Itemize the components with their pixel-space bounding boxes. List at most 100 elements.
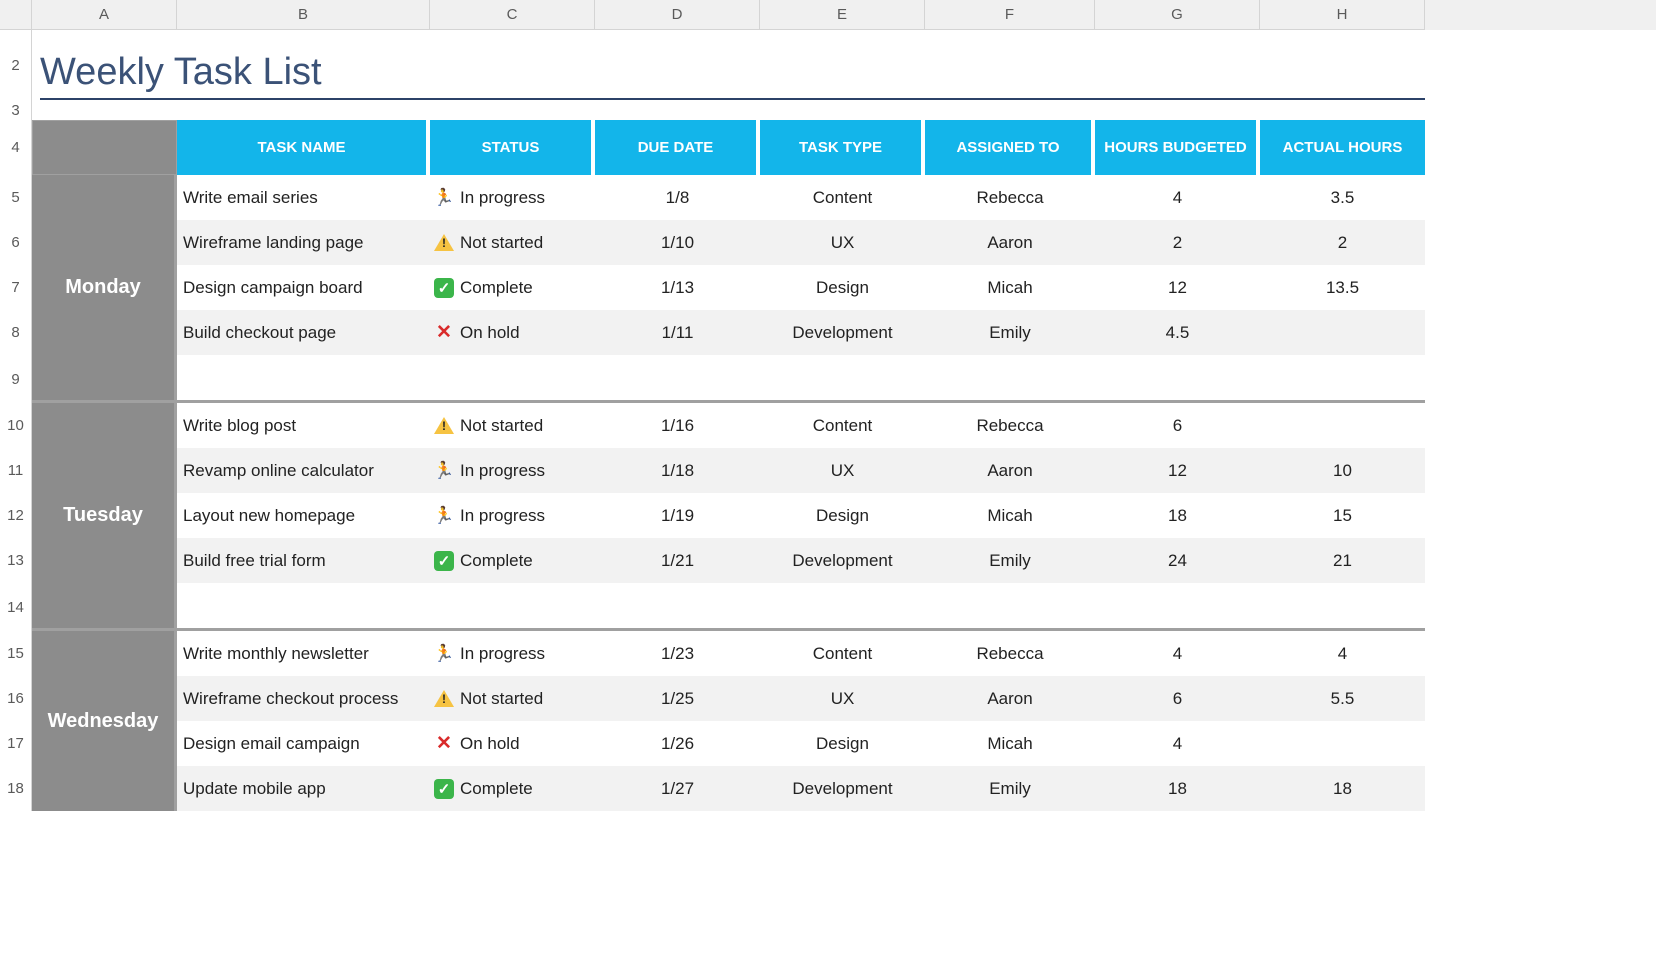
- table-row[interactable]: Write blog postNot started1/16ContentReb…: [177, 403, 1425, 448]
- cell-task-name[interactable]: [177, 355, 430, 400]
- row-number-8[interactable]: 8: [0, 310, 32, 355]
- cell-due-date[interactable]: 1/11: [595, 310, 760, 355]
- table-row[interactable]: Revamp online calculatorIn progress1/18U…: [177, 448, 1425, 493]
- cell-assigned-to[interactable]: Emily: [925, 766, 1095, 811]
- table-row[interactable]: Wireframe landing pageNot started1/10UXA…: [177, 220, 1425, 265]
- column-header-A[interactable]: A: [32, 0, 177, 30]
- cell-task-name[interactable]: Wireframe checkout process: [177, 676, 430, 721]
- cell-due-date[interactable]: 1/10: [595, 220, 760, 265]
- cell-task-type[interactable]: Content: [760, 631, 925, 676]
- column-header-E[interactable]: E: [760, 0, 925, 30]
- cell-actual-hours[interactable]: 3.5: [1260, 175, 1425, 220]
- cell-assigned-to[interactable]: Micah: [925, 493, 1095, 538]
- table-row[interactable]: Design email campaignOn hold1/26DesignMi…: [177, 721, 1425, 766]
- cell-assigned-to[interactable]: Rebecca: [925, 175, 1095, 220]
- cell-task-type[interactable]: [760, 583, 925, 628]
- cell-status[interactable]: Complete: [430, 538, 595, 583]
- cell-actual-hours[interactable]: [1260, 721, 1425, 766]
- table-row[interactable]: [177, 583, 1425, 628]
- cell-actual-hours[interactable]: [1260, 403, 1425, 448]
- cell-due-date[interactable]: 1/16: [595, 403, 760, 448]
- cell-task-type[interactable]: [760, 355, 925, 400]
- table-row[interactable]: Build free trial formComplete1/21Develop…: [177, 538, 1425, 583]
- table-row[interactable]: [177, 355, 1425, 400]
- cell-due-date[interactable]: 1/13: [595, 265, 760, 310]
- row-number-11[interactable]: 11: [0, 448, 32, 493]
- row-number-16[interactable]: 16: [0, 676, 32, 721]
- cell-due-date[interactable]: 1/23: [595, 631, 760, 676]
- cell-status[interactable]: Not started: [430, 220, 595, 265]
- cell-actual-hours[interactable]: 4: [1260, 631, 1425, 676]
- cell-task-type[interactable]: Development: [760, 538, 925, 583]
- cell-assigned-to[interactable]: Micah: [925, 721, 1095, 766]
- cell-actual-hours[interactable]: 10: [1260, 448, 1425, 493]
- cell-actual-hours[interactable]: [1260, 355, 1425, 400]
- column-header-B[interactable]: B: [177, 0, 430, 30]
- cell-status[interactable]: On hold: [430, 310, 595, 355]
- cell-task-type[interactable]: Design: [760, 493, 925, 538]
- cell-status[interactable]: Complete: [430, 766, 595, 811]
- row-number-3[interactable]: 3: [0, 100, 32, 120]
- cell-assigned-to[interactable]: Rebecca: [925, 631, 1095, 676]
- cell-status[interactable]: Not started: [430, 403, 595, 448]
- row-number-18[interactable]: 18: [0, 766, 32, 811]
- cell-task-name[interactable]: [177, 583, 430, 628]
- cell-actual-hours[interactable]: 2: [1260, 220, 1425, 265]
- table-row[interactable]: Build checkout pageOn hold1/11Developmen…: [177, 310, 1425, 355]
- cell-hours-budgeted[interactable]: 12: [1095, 265, 1260, 310]
- table-row[interactable]: Write monthly newsletterIn progress1/23C…: [177, 631, 1425, 676]
- cell-status[interactable]: In progress: [430, 175, 595, 220]
- cell-task-name[interactable]: Revamp online calculator: [177, 448, 430, 493]
- cell-assigned-to[interactable]: Micah: [925, 265, 1095, 310]
- cell-due-date[interactable]: 1/18: [595, 448, 760, 493]
- table-row[interactable]: Layout new homepageIn progress1/19Design…: [177, 493, 1425, 538]
- cell-task-type[interactable]: UX: [760, 676, 925, 721]
- cell-task-name[interactable]: Layout new homepage: [177, 493, 430, 538]
- cell-task-type[interactable]: Content: [760, 403, 925, 448]
- cell-task-name[interactable]: Design campaign board: [177, 265, 430, 310]
- table-row[interactable]: Update mobile appComplete1/27Development…: [177, 766, 1425, 811]
- table-row[interactable]: Write email seriesIn progress1/8ContentR…: [177, 175, 1425, 220]
- cell-task-type[interactable]: Development: [760, 766, 925, 811]
- cell-actual-hours[interactable]: 5.5: [1260, 676, 1425, 721]
- cell-hours-budgeted[interactable]: 24: [1095, 538, 1260, 583]
- cell-actual-hours[interactable]: [1260, 583, 1425, 628]
- cell-actual-hours[interactable]: [1260, 310, 1425, 355]
- cell-status[interactable]: Complete: [430, 265, 595, 310]
- select-all-corner[interactable]: [0, 0, 32, 30]
- cell-task-type[interactable]: UX: [760, 220, 925, 265]
- cell-assigned-to[interactable]: [925, 583, 1095, 628]
- cell-hours-budgeted[interactable]: 18: [1095, 766, 1260, 811]
- cell-status[interactable]: In progress: [430, 448, 595, 493]
- cell-due-date[interactable]: 1/25: [595, 676, 760, 721]
- cell-hours-budgeted[interactable]: 4.5: [1095, 310, 1260, 355]
- cell-task-name[interactable]: Wireframe landing page: [177, 220, 430, 265]
- cell-assigned-to[interactable]: Emily: [925, 538, 1095, 583]
- cell-status[interactable]: On hold: [430, 721, 595, 766]
- cell-assigned-to[interactable]: Rebecca: [925, 403, 1095, 448]
- cell-due-date[interactable]: 1/26: [595, 721, 760, 766]
- row-number-2[interactable]: 2: [0, 30, 32, 100]
- cell-due-date[interactable]: [595, 583, 760, 628]
- cell-hours-budgeted[interactable]: 6: [1095, 676, 1260, 721]
- cell-task-type[interactable]: Content: [760, 175, 925, 220]
- row-number-4[interactable]: 4: [0, 120, 32, 175]
- cell-hours-budgeted[interactable]: 4: [1095, 175, 1260, 220]
- column-header-F[interactable]: F: [925, 0, 1095, 30]
- cell-assigned-to[interactable]: Aaron: [925, 220, 1095, 265]
- cell-due-date[interactable]: 1/19: [595, 493, 760, 538]
- table-row[interactable]: Wireframe checkout processNot started1/2…: [177, 676, 1425, 721]
- column-header-G[interactable]: G: [1095, 0, 1260, 30]
- cell-task-name[interactable]: Build checkout page: [177, 310, 430, 355]
- cell-task-name[interactable]: Design email campaign: [177, 721, 430, 766]
- row-number-15[interactable]: 15: [0, 631, 32, 676]
- cell-task-type[interactable]: Design: [760, 721, 925, 766]
- cell-due-date[interactable]: 1/27: [595, 766, 760, 811]
- row-number-17[interactable]: 17: [0, 721, 32, 766]
- cell-due-date[interactable]: 1/21: [595, 538, 760, 583]
- cell-status[interactable]: Not started: [430, 676, 595, 721]
- row-number-7[interactable]: 7: [0, 265, 32, 310]
- cell-status[interactable]: In progress: [430, 631, 595, 676]
- cell-task-name[interactable]: Write monthly newsletter: [177, 631, 430, 676]
- row-number-14[interactable]: 14: [0, 583, 32, 631]
